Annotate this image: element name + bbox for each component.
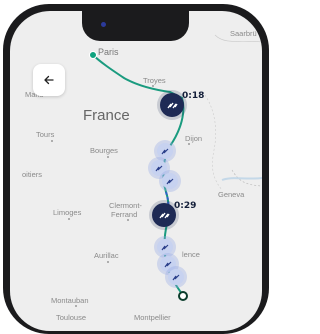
city-label-bourges: Bourges — [90, 146, 118, 155]
lake-shape — [221, 177, 262, 181]
country-label-france: France — [83, 107, 130, 124]
charger-icon — [159, 212, 170, 219]
front-camera — [101, 22, 106, 27]
city-label-paris: Paris — [98, 47, 119, 57]
city-label-tours: Tours — [36, 130, 55, 139]
city-dot — [107, 156, 109, 158]
city-label-montauban: Montauban — [51, 296, 89, 305]
city-dot — [152, 85, 154, 87]
city-label-limoges: Limoges — [53, 208, 82, 217]
city-dot — [68, 218, 70, 220]
charger-icon — [155, 165, 163, 172]
route-start-dot — [89, 51, 97, 59]
charger-icon — [166, 178, 174, 185]
city-dot — [107, 261, 109, 263]
charger-icon — [164, 261, 172, 268]
charging-stop-marker[interactable] — [160, 93, 184, 117]
charger-icon — [167, 102, 178, 109]
city-label-troyes: Troyes — [143, 76, 166, 85]
city-label-clermont-line1: Clermont- — [109, 201, 142, 210]
charger-cluster-marker[interactable] — [162, 173, 178, 189]
city-dot — [51, 140, 53, 142]
charger-icon — [172, 274, 180, 281]
arrow-left-icon — [44, 75, 54, 85]
charging-time-label: 0:29 — [174, 201, 197, 211]
charging-stop-marker[interactable] — [152, 203, 176, 227]
city-dot — [127, 219, 129, 221]
phone-frame: Paris Saarbrü Troyes Mans France Tours B… — [0, 0, 272, 334]
charger-cluster-marker[interactable] — [168, 269, 184, 285]
charger-icon — [161, 244, 169, 251]
city-label-dijon: Dijon — [185, 134, 203, 143]
charger-cluster-marker[interactable] — [157, 143, 173, 159]
charging-time-label: 0:18 — [182, 91, 205, 101]
city-label-toulouse: Toulouse — [56, 313, 87, 322]
city-label-sarrebruck: Saarbrü — [230, 29, 257, 38]
city-label-geneva: Geneva — [218, 190, 245, 199]
charger-cluster-marker[interactable] — [157, 239, 173, 255]
phone-notch — [82, 11, 189, 41]
route-end-dot — [178, 291, 188, 301]
border-line — [204, 94, 223, 191]
city-label-aurillac: Aurillac — [94, 251, 119, 260]
city-dot — [75, 305, 77, 307]
city-label-montpellier: Montpellier — [134, 313, 171, 322]
map-screen[interactable]: Paris Saarbrü Troyes Mans France Tours B… — [10, 11, 262, 331]
back-button[interactable] — [33, 64, 65, 96]
charger-icon — [161, 148, 169, 155]
map-canvas[interactable] — [10, 11, 262, 331]
city-label-clermont-line2: Ferrand — [111, 210, 138, 219]
city-label-valence: lence — [182, 250, 200, 259]
city-dot — [188, 143, 190, 145]
city-label-poitiers: oitiers — [22, 170, 43, 179]
